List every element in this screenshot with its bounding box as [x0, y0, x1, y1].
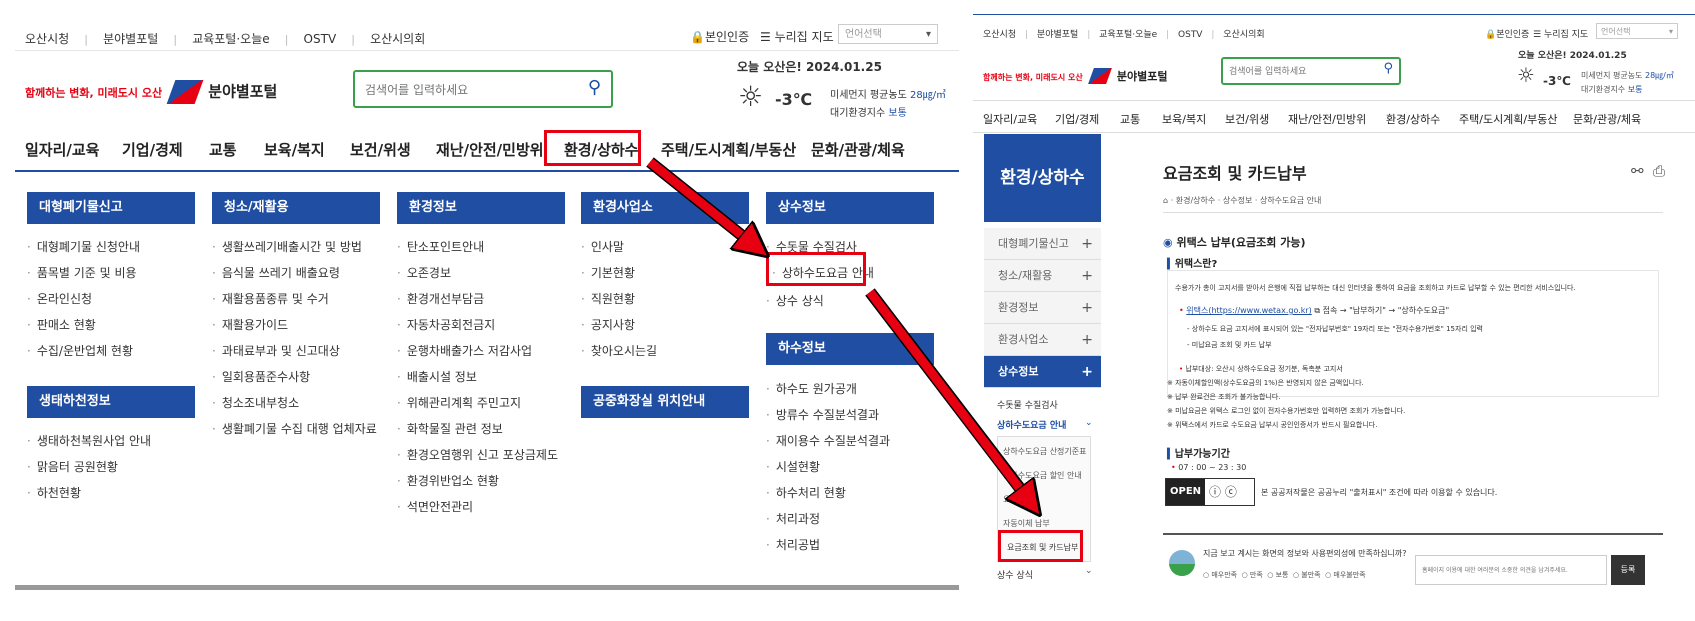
red-arrow-2 [866, 289, 1030, 502]
red-arrow-1 [647, 158, 755, 246]
annotation-arrows [646, 157, 1695, 621]
